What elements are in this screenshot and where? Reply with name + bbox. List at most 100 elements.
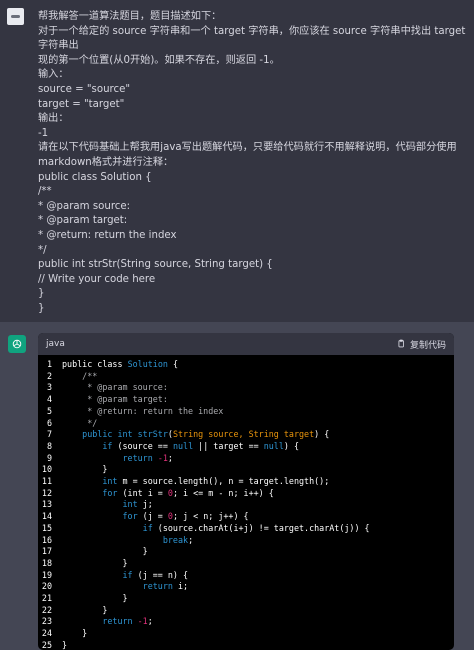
user-avatar xyxy=(7,8,24,25)
code-line: 17 } xyxy=(38,546,454,558)
line-number: 18 xyxy=(41,557,52,568)
user-message-line: 输出： xyxy=(38,113,69,125)
code-block-header: java 复制代码 xyxy=(38,333,454,355)
code-line: 15 if (source.charAt(i+j) != target.char… xyxy=(38,523,454,535)
code-text: * @return: return the index xyxy=(56,406,223,418)
code-token: /** xyxy=(62,370,98,381)
line-number: 5 xyxy=(46,405,52,416)
code-token: public int xyxy=(62,429,138,440)
code-token: if xyxy=(62,569,133,580)
code-line: 14 for (j = 0; j < n; j++) { xyxy=(38,511,454,523)
code-line: 5 * @return: return the index xyxy=(38,406,454,418)
code-text: if (j == n) { xyxy=(56,569,189,582)
code-line: 19 if (j == n) { xyxy=(38,570,454,582)
line-number: 1 xyxy=(46,359,52,369)
code-token: (j = xyxy=(137,511,168,522)
code-token: || target == xyxy=(193,440,264,451)
code-text: } xyxy=(56,605,107,617)
line-number: 21 xyxy=(41,593,52,604)
line-number: 9 xyxy=(46,452,52,463)
copy-code-button[interactable]: 复制代码 xyxy=(396,338,446,351)
line-number: 22 xyxy=(41,604,52,615)
copy-code-label: 复制代码 xyxy=(409,340,446,351)
code-text: for (j = 0; j < n; j++) { xyxy=(56,511,249,523)
code-token: (source == xyxy=(112,440,173,451)
code-line: 6 */ xyxy=(38,418,454,430)
code-token: null xyxy=(172,440,194,451)
line-number: 10 xyxy=(41,464,52,475)
code-token: int xyxy=(62,476,118,487)
line-number: 20 xyxy=(41,581,52,592)
line-number: 2 xyxy=(46,370,52,381)
code-line: 24 } xyxy=(38,628,454,640)
code-line: 16 break; xyxy=(38,535,454,547)
user-message-line: } xyxy=(38,302,45,314)
code-token: } xyxy=(62,639,68,650)
line-number: 24 xyxy=(41,628,52,639)
openai-logo-icon xyxy=(8,335,26,353)
code-token: } xyxy=(62,628,88,639)
code-token: */ xyxy=(62,417,98,428)
code-token: ; xyxy=(167,452,173,463)
code-token: -1 xyxy=(137,616,148,627)
code-token: ; xyxy=(188,534,194,545)
line-number: 25 xyxy=(41,639,52,650)
line-number: 11 xyxy=(41,476,52,487)
user-message-line: 帮我解答一道算法题目，题目描述如下： xyxy=(38,11,222,22)
assistant-message: java 复制代码 1 public class Solution {2 /** 3… xyxy=(0,322,474,650)
code-line: 8 if (source == null || target == null) … xyxy=(38,441,454,453)
user-message-line: */ xyxy=(38,244,47,256)
user-message: 帮我解答一道算法题目，题目描述如下： 对于一个给定的 source 字符串和一个 … xyxy=(0,0,474,322)
code-line: 4 * @param target: xyxy=(38,394,454,406)
code-line: 22 } xyxy=(38,605,454,617)
code-token: ; i <= m - n; i++) { xyxy=(172,487,274,498)
line-number: 15 xyxy=(41,522,52,533)
line-number: 4 xyxy=(46,394,52,405)
user-message-line: source = "source" xyxy=(38,83,131,95)
user-message-line: -1 xyxy=(38,127,49,139)
code-line: 2 /** xyxy=(38,371,454,383)
code-text: return -1; xyxy=(56,616,152,628)
user-message-line: 请在以下代码基础上帮我用java写出题解代码，只要给代码就行不用解释说明，代码部… xyxy=(38,142,457,154)
code-token: } xyxy=(62,546,148,557)
code-token: null xyxy=(263,440,284,451)
code-text: * @param target: xyxy=(56,394,168,406)
code-text: */ xyxy=(56,418,97,430)
code-token: public class xyxy=(62,359,128,369)
code-line: 11 int m = source.length(), n = target.l… xyxy=(38,476,454,488)
line-number: 16 xyxy=(41,534,52,545)
code-token: (j == n) { xyxy=(132,569,189,580)
code-content: 1 public class Solution {2 /** 3 * @param … xyxy=(38,355,454,650)
code-token: int xyxy=(62,499,138,510)
code-token: for xyxy=(62,511,138,522)
code-token: ) { xyxy=(283,440,300,451)
code-text: } xyxy=(56,546,148,558)
code-token: ) { xyxy=(314,429,330,440)
code-line: 9 return -1; xyxy=(38,453,454,465)
code-line: 18 } xyxy=(38,558,454,570)
user-message-line: } xyxy=(38,288,45,300)
user-message-line: * @param target: xyxy=(38,215,128,227)
code-token: if xyxy=(62,522,153,533)
code-token: String source, String target xyxy=(172,429,315,440)
line-number: 17 xyxy=(41,546,52,557)
code-text: int m = source.length(), n = target.leng… xyxy=(56,476,329,488)
code-token: (int i = xyxy=(117,487,168,498)
line-number: 8 xyxy=(46,440,52,451)
code-line: 12 for (int i = 0; i <= m - n; i++) { xyxy=(38,488,454,500)
code-line: 21 } xyxy=(38,593,454,605)
code-line: 1 public class Solution { xyxy=(38,359,454,371)
user-message-line: markdown格式并进行注释： xyxy=(38,156,174,168)
code-token: Solution xyxy=(127,359,168,369)
code-text: } xyxy=(56,640,67,650)
code-text: * @param source: xyxy=(56,382,168,394)
code-text: int j; xyxy=(56,499,153,511)
user-message-line: * @param source: xyxy=(38,200,131,212)
code-line: 23 return -1; xyxy=(38,616,454,628)
user-message-line: 对于一个给定的 source 字符串和一个 target 字符串，你应该在 so… xyxy=(38,25,469,52)
code-text: /** xyxy=(56,371,97,383)
code-token: (source.charAt(i+j) != target.charAt(j))… xyxy=(152,522,370,533)
user-message-line: 现的第一个位置(从0开始)。如果不存在，则返回 -1。 xyxy=(38,54,280,66)
code-line: 25} xyxy=(38,640,454,650)
code-text: if (source == null || target == null) { xyxy=(56,441,299,453)
